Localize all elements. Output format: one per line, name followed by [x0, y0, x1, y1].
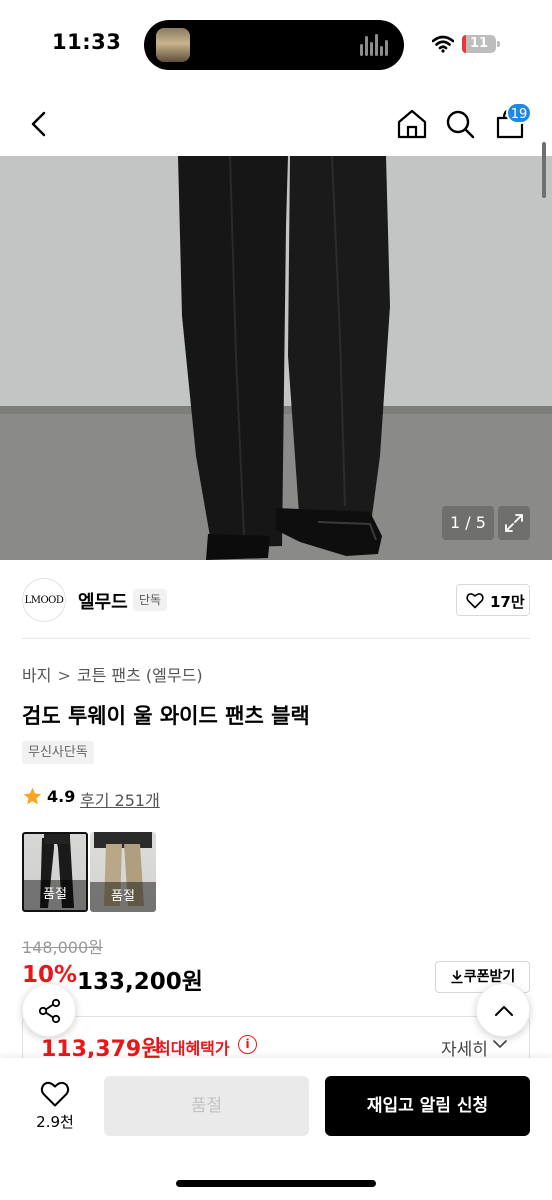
- brand-exclusive-tag: 단독: [133, 589, 168, 611]
- audio-wave-icon: [360, 34, 388, 56]
- info-icon[interactable]: i: [238, 1035, 257, 1054]
- home-icon[interactable]: [392, 104, 432, 144]
- benefit-detail-link[interactable]: 자세히: [441, 1035, 488, 1060]
- restock-alert-button[interactable]: 재입고 알림 신청: [325, 1076, 530, 1136]
- review-link[interactable]: 후기 251개: [80, 787, 160, 811]
- breadcrumb: 바지 > 코튼 팬츠 (엘무드): [22, 662, 203, 686]
- brand-name[interactable]: 엘무드: [78, 588, 128, 614]
- bottom-action-bar: 2.9천 품절 재입고 알림 신청: [0, 1058, 552, 1200]
- dynamic-island[interactable]: [144, 20, 404, 70]
- original-price: 148,000원: [22, 938, 103, 957]
- product-title: 검도 투웨이 울 와이드 팬츠 블랙: [22, 704, 310, 728]
- star-icon: [23, 787, 42, 805]
- soldout-label: 품절: [24, 880, 86, 910]
- max-benefit-label: 최대혜택가: [156, 1039, 230, 1058]
- heart-outline-icon: [466, 593, 484, 609]
- soldout-button[interactable]: 품절: [104, 1076, 309, 1136]
- rating-value: 4.9: [47, 787, 76, 806]
- chevron-down-icon: [493, 1040, 507, 1049]
- color-option-beige[interactable]: 품절: [90, 832, 156, 912]
- product-photo: [0, 156, 552, 560]
- soldout-label: 품절: [90, 882, 156, 912]
- share-icon: [38, 998, 61, 1024]
- product-image[interactable]: [0, 156, 552, 560]
- battery-level: 11: [469, 36, 489, 51]
- divider: [22, 638, 530, 639]
- share-button[interactable]: [22, 983, 76, 1037]
- wish-count: 2.9천: [36, 1113, 74, 1131]
- search-icon[interactable]: [440, 104, 480, 144]
- download-icon: [450, 970, 463, 984]
- image-counter: 1 / 5: [442, 506, 494, 540]
- color-option-black[interactable]: 품절: [22, 832, 88, 912]
- status-bar: 11:33 11: [0, 0, 552, 92]
- breadcrumb-item[interactable]: 코튼 팬츠 (엘무드): [77, 662, 203, 686]
- cart-count-badge: 19: [506, 102, 532, 124]
- breadcrumb-item[interactable]: 바지: [22, 662, 51, 686]
- sale-price: 133,200원: [77, 969, 203, 995]
- expand-icon: [505, 514, 523, 532]
- top-nav: [0, 92, 552, 156]
- scroll-to-top-button[interactable]: [476, 983, 530, 1037]
- brand-like-button[interactable]: 17만: [456, 584, 530, 616]
- back-icon[interactable]: [18, 104, 58, 144]
- brand-like-count: 17만: [490, 593, 525, 611]
- status-time: 11:33: [52, 30, 122, 54]
- heart-icon[interactable]: [40, 1080, 70, 1108]
- brand-logo[interactable]: LMOOD: [22, 578, 66, 622]
- battery-cap: [497, 41, 500, 47]
- wifi-icon: [432, 35, 454, 53]
- expand-image-button[interactable]: [498, 506, 530, 540]
- scrollbar[interactable]: [542, 142, 546, 198]
- battery-icon: 11: [462, 35, 496, 53]
- home-indicator[interactable]: [176, 1180, 376, 1187]
- brand-row[interactable]: LMOOD 엘무드 단독 17만: [0, 576, 552, 636]
- now-playing-artwork: [156, 28, 190, 62]
- chevron-up-icon: [495, 1006, 513, 1016]
- chevron-right-icon: >: [57, 666, 71, 685]
- exclusive-badge: 무신사단독: [22, 741, 94, 764]
